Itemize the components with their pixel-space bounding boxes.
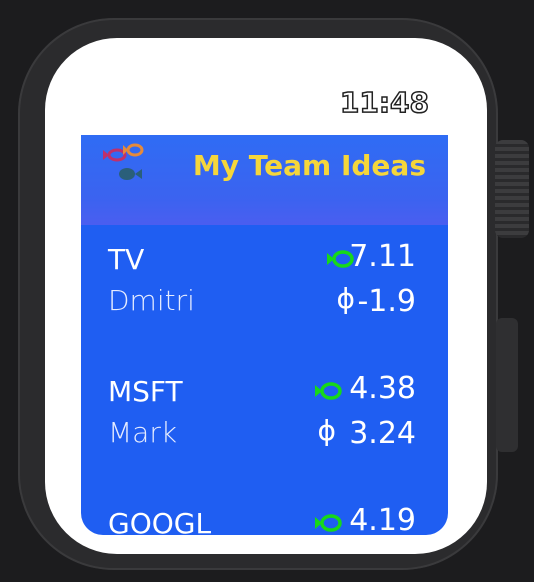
phi-icon: ϕ bbox=[336, 282, 355, 315]
fish-red-icon bbox=[103, 148, 127, 162]
side-button[interactable] bbox=[496, 318, 518, 452]
rating-value: 4.38 bbox=[349, 371, 416, 406]
idea-row[interactable]: GOOGL 4.19 bbox=[81, 501, 448, 535]
ideas-list[interactable]: TV Dmitri 7.11 ϕ -1.9 MSFT Mark 4.38 ϕ 3… bbox=[81, 225, 448, 535]
rating-value: 4.19 bbox=[349, 503, 416, 535]
owner-label: Mark bbox=[108, 416, 178, 449]
rating-value: 7.11 bbox=[349, 239, 416, 274]
fish-teal-icon bbox=[119, 168, 142, 180]
idea-row[interactable]: TV Dmitri 7.11 ϕ -1.9 bbox=[81, 237, 448, 337]
app-view: My Team Ideas TV Dmitri 7.11 ϕ -1.9 MSFT… bbox=[81, 135, 448, 535]
app-header: My Team Ideas bbox=[81, 135, 448, 225]
ticker-label: MSFT bbox=[108, 375, 183, 408]
fish-icon bbox=[315, 514, 342, 532]
change-value: -1.9 bbox=[357, 284, 416, 319]
ticker-label: GOOGL bbox=[108, 507, 212, 535]
fish-logo-icon bbox=[103, 143, 144, 180]
watch-screen: 11:48 My Team Ideas TV Dmitri 7.11 ϕ -1.… bbox=[45, 38, 487, 554]
owner-label: Dmitri bbox=[108, 284, 195, 317]
idea-row[interactable]: MSFT Mark 4.38 ϕ 3.24 bbox=[81, 369, 448, 469]
ticker-label: TV bbox=[108, 243, 145, 276]
fish-icon bbox=[315, 382, 342, 400]
status-time: 11:48 bbox=[339, 85, 430, 120]
app-title: My Team Ideas bbox=[192, 149, 426, 182]
digital-crown[interactable] bbox=[495, 140, 529, 238]
phi-icon: ϕ bbox=[317, 414, 336, 447]
change-value: 3.24 bbox=[349, 416, 416, 451]
